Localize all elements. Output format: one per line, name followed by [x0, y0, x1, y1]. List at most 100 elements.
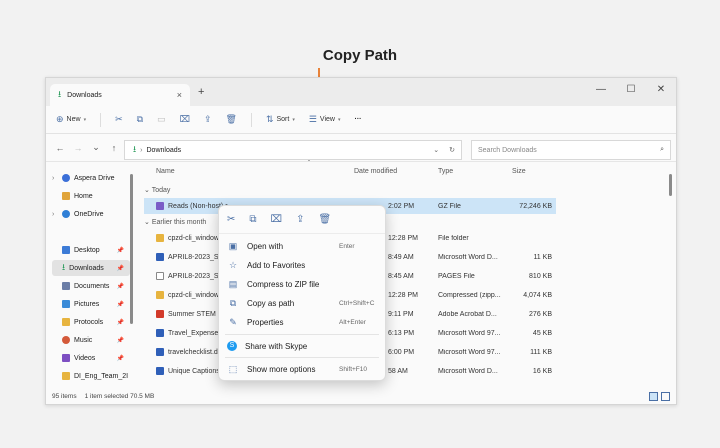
- tiles-view-icon[interactable]: [661, 392, 670, 401]
- paste-icon[interactable]: ▭: [157, 114, 166, 125]
- folder-icon: [62, 372, 70, 380]
- sidebar-item-downloads[interactable]: ⭳ Downloads 📌: [52, 260, 130, 276]
- content-scrollbar[interactable]: [669, 174, 672, 196]
- details-view-icon[interactable]: [649, 392, 658, 401]
- share-icon[interactable]: ⇪: [204, 114, 212, 125]
- search-input[interactable]: Search Downloads ⌕: [471, 140, 671, 160]
- download-icon: ⭳: [133, 144, 137, 154]
- cut-icon[interactable]: ✂: [227, 214, 235, 225]
- folder-icon: [156, 234, 164, 242]
- sidebar-item-di-eng-team[interactable]: DI_Eng_Team_2I: [52, 368, 130, 384]
- more-options-button[interactable]: ···: [354, 116, 361, 123]
- sidebar-item-aspera-drive[interactable]: › Aspera Drive: [52, 170, 130, 186]
- sidebar-item-label: Aspera Drive: [74, 174, 115, 182]
- documents-icon: [62, 282, 70, 290]
- up-arrow-icon[interactable]: ↑: [108, 143, 120, 153]
- menu-divider: [225, 357, 379, 358]
- rename-icon[interactable]: ⌧: [180, 114, 190, 125]
- sidebar-item-music[interactable]: Music 📌: [52, 332, 130, 348]
- sort-button[interactable]: ⇅ Sort ▾: [266, 114, 295, 125]
- status-item-count: 95 items: [52, 392, 77, 400]
- chevron-right-icon: ›: [52, 210, 55, 218]
- sidebar-item-label: DI_Eng_Team_2I: [74, 372, 129, 380]
- sidebar-item-protocols[interactable]: Protocols 📌: [52, 314, 130, 330]
- menu-item-copy-as-path[interactable]: ⧉ Copy as path Ctrl+Shift+C: [219, 294, 385, 312]
- sidebar-scrollbar[interactable]: [130, 174, 133, 324]
- menu-item-compress-zip[interactable]: ▤ Compress to ZIP file: [219, 275, 385, 293]
- menu-item-show-more-options[interactable]: ⬚ Show more options Shift+F10: [219, 360, 385, 378]
- forward-icon[interactable]: →: [72, 143, 84, 153]
- delete-icon[interactable]: 🗑: [226, 114, 237, 125]
- wrench-icon: ✎: [229, 316, 237, 327]
- toolbar-divider: [100, 112, 102, 127]
- minimize-button[interactable]: —: [586, 78, 616, 100]
- close-window-button[interactable]: ✕: [646, 78, 676, 100]
- group-header-today[interactable]: ⌄ Today: [144, 186, 170, 194]
- copy-icon[interactable]: ⧉: [137, 114, 143, 125]
- more-options-icon: ⬚: [228, 363, 238, 374]
- menu-item-share-skype[interactable]: S Share with Skype: [219, 337, 385, 355]
- chevron-down-icon: ▾: [83, 116, 87, 123]
- column-header-type[interactable]: Type: [438, 168, 453, 180]
- sidebar-item-onedrive[interactable]: › OneDrive: [52, 206, 130, 222]
- tab-downloads[interactable]: ⭳ Downloads ×: [50, 84, 190, 106]
- context-menu-quick-actions: ✂ ⧉ ⌧ ⇪ 🗑: [219, 206, 385, 234]
- share-icon[interactable]: ⇪: [296, 214, 304, 225]
- view-button[interactable]: ☰ View ▾: [309, 114, 341, 125]
- zip-icon: ▤: [228, 278, 238, 289]
- context-menu: ✂ ⧉ ⌧ ⇪ 🗑 ▣ Open with Enter ☆ Add to Fav…: [218, 205, 386, 381]
- back-icon[interactable]: ←: [54, 143, 66, 153]
- word-file-icon: [156, 329, 164, 337]
- sidebar-item-desktop[interactable]: Desktop 📌: [52, 242, 130, 258]
- download-icon: ⭳: [58, 89, 62, 99]
- zip-folder-icon: [156, 291, 164, 299]
- column-header-size[interactable]: Size: [512, 168, 526, 180]
- rename-icon[interactable]: ⌧: [271, 214, 283, 225]
- sidebar-item-label: Music: [74, 336, 93, 344]
- sort-label: Sort: [276, 116, 290, 123]
- sidebar-item-label: Home: [74, 192, 93, 200]
- sidebar-item-documents[interactable]: Documents 📌: [52, 278, 130, 294]
- chevron-down-icon: ▾: [337, 116, 341, 123]
- skype-icon: S: [227, 341, 237, 351]
- videos-icon: [62, 354, 70, 362]
- menu-item-open-with[interactable]: ▣ Open with Enter: [219, 237, 385, 255]
- view-toggle: [649, 392, 670, 401]
- group-header-earlier[interactable]: ⌄ Earlier this month: [144, 218, 206, 226]
- title-bar: ⭳ Downloads × + — ☐ ✕: [46, 78, 676, 106]
- cut-icon[interactable]: ✂: [115, 114, 123, 125]
- sidebar-item-pictures[interactable]: Pictures 📌: [52, 296, 130, 312]
- column-header-name[interactable]: Name: [156, 168, 175, 180]
- copy-icon[interactable]: ⧉: [249, 214, 256, 225]
- sort-icon: ⇅: [265, 114, 274, 124]
- chevron-down-icon[interactable]: ⌄: [433, 146, 439, 154]
- new-label: New: [66, 116, 81, 123]
- status-selection: 1 item selected 70.5 MB: [84, 392, 155, 400]
- delete-icon[interactable]: 🗑: [318, 214, 331, 225]
- pin-icon: 📌: [116, 265, 124, 272]
- sidebar-item-videos[interactable]: Videos 📌: [52, 350, 130, 366]
- open-with-icon: ▣: [228, 240, 238, 251]
- sidebar-item-label: Documents: [74, 282, 110, 290]
- new-button[interactable]: ⊕ New ▾: [56, 114, 86, 125]
- file-icon: [156, 272, 164, 280]
- chevron-down-icon: ⌄: [144, 219, 152, 226]
- maximize-button[interactable]: ☐: [616, 78, 646, 100]
- view-label: View: [319, 116, 335, 123]
- word-file-icon: [156, 367, 164, 375]
- new-tab-button[interactable]: +: [198, 86, 204, 98]
- chevron-down-icon[interactable]: ⌄: [90, 142, 102, 153]
- refresh-icon[interactable]: ↻: [449, 146, 455, 154]
- address-bar[interactable]: ⭳ › Downloads ⌄ ↻: [124, 140, 462, 160]
- column-header-date[interactable]: Date modified: [354, 168, 397, 180]
- home-icon: [62, 192, 70, 200]
- view-icon: ☰: [308, 114, 317, 124]
- tab-close-icon[interactable]: ×: [177, 90, 182, 100]
- menu-divider: [225, 334, 379, 335]
- music-icon: [62, 336, 70, 344]
- pin-icon: 📌: [116, 247, 124, 254]
- plus-circle-icon: ⊕: [56, 114, 64, 124]
- menu-item-properties[interactable]: ✎ Properties Alt+Enter: [219, 313, 385, 331]
- menu-item-add-to-favorites[interactable]: ☆ Add to Favorites: [219, 256, 385, 274]
- sidebar-item-home[interactable]: Home: [52, 188, 130, 204]
